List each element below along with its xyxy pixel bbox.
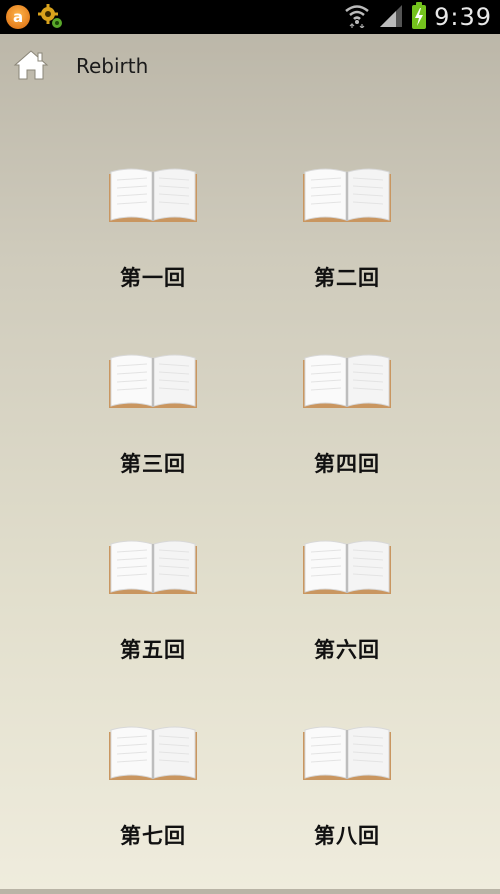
status-clock: 9:39 [434,3,492,31]
chapter-label: 第七回 [120,824,186,848]
chapter-label: 第三回 [120,452,186,476]
signal-icon [378,2,404,32]
book-icon [303,540,391,594]
chapter-item[interactable]: 第四回 [250,336,444,522]
chapter-item[interactable]: 第八回 [250,708,444,894]
chapter-label: 第四回 [314,452,380,476]
chapter-label: 第二回 [314,266,380,290]
chapter-item[interactable]: 第七回 [56,708,250,894]
chapter-item[interactable]: 第六回 [250,522,444,708]
book-icon [109,354,197,408]
chapter-item[interactable]: 第一回 [56,150,250,336]
book-icon [109,168,197,222]
chapter-item[interactable]: 第二回 [250,150,444,336]
chapter-label: 第八回 [314,824,380,848]
home-icon [13,48,49,86]
book-icon [303,168,391,222]
chapter-grid: 第一回 第二回 第三回 第四回 第五回 第六回 第七回 第八回 [56,150,444,894]
notification-icons: a [6,4,64,30]
system-status: 9:39 [344,2,492,32]
book-icon [109,540,197,594]
gear-icon [38,4,64,30]
status-bar: a 9:39 [0,0,500,34]
app-notification-icon: a [6,5,30,29]
battery-icon [412,2,427,29]
page-title: Rebirth [76,54,149,78]
book-icon [303,726,391,780]
chapter-label: 第六回 [314,638,380,662]
chapter-item[interactable]: 第五回 [56,522,250,708]
home-button[interactable] [12,48,50,86]
book-icon [109,726,197,780]
book-icon [303,354,391,408]
chapter-label: 第五回 [120,638,186,662]
wifi-icon [344,2,370,32]
chapter-item[interactable]: 第三回 [56,336,250,522]
app-header: Rebirth [0,34,500,100]
chapter-label: 第一回 [120,266,186,290]
